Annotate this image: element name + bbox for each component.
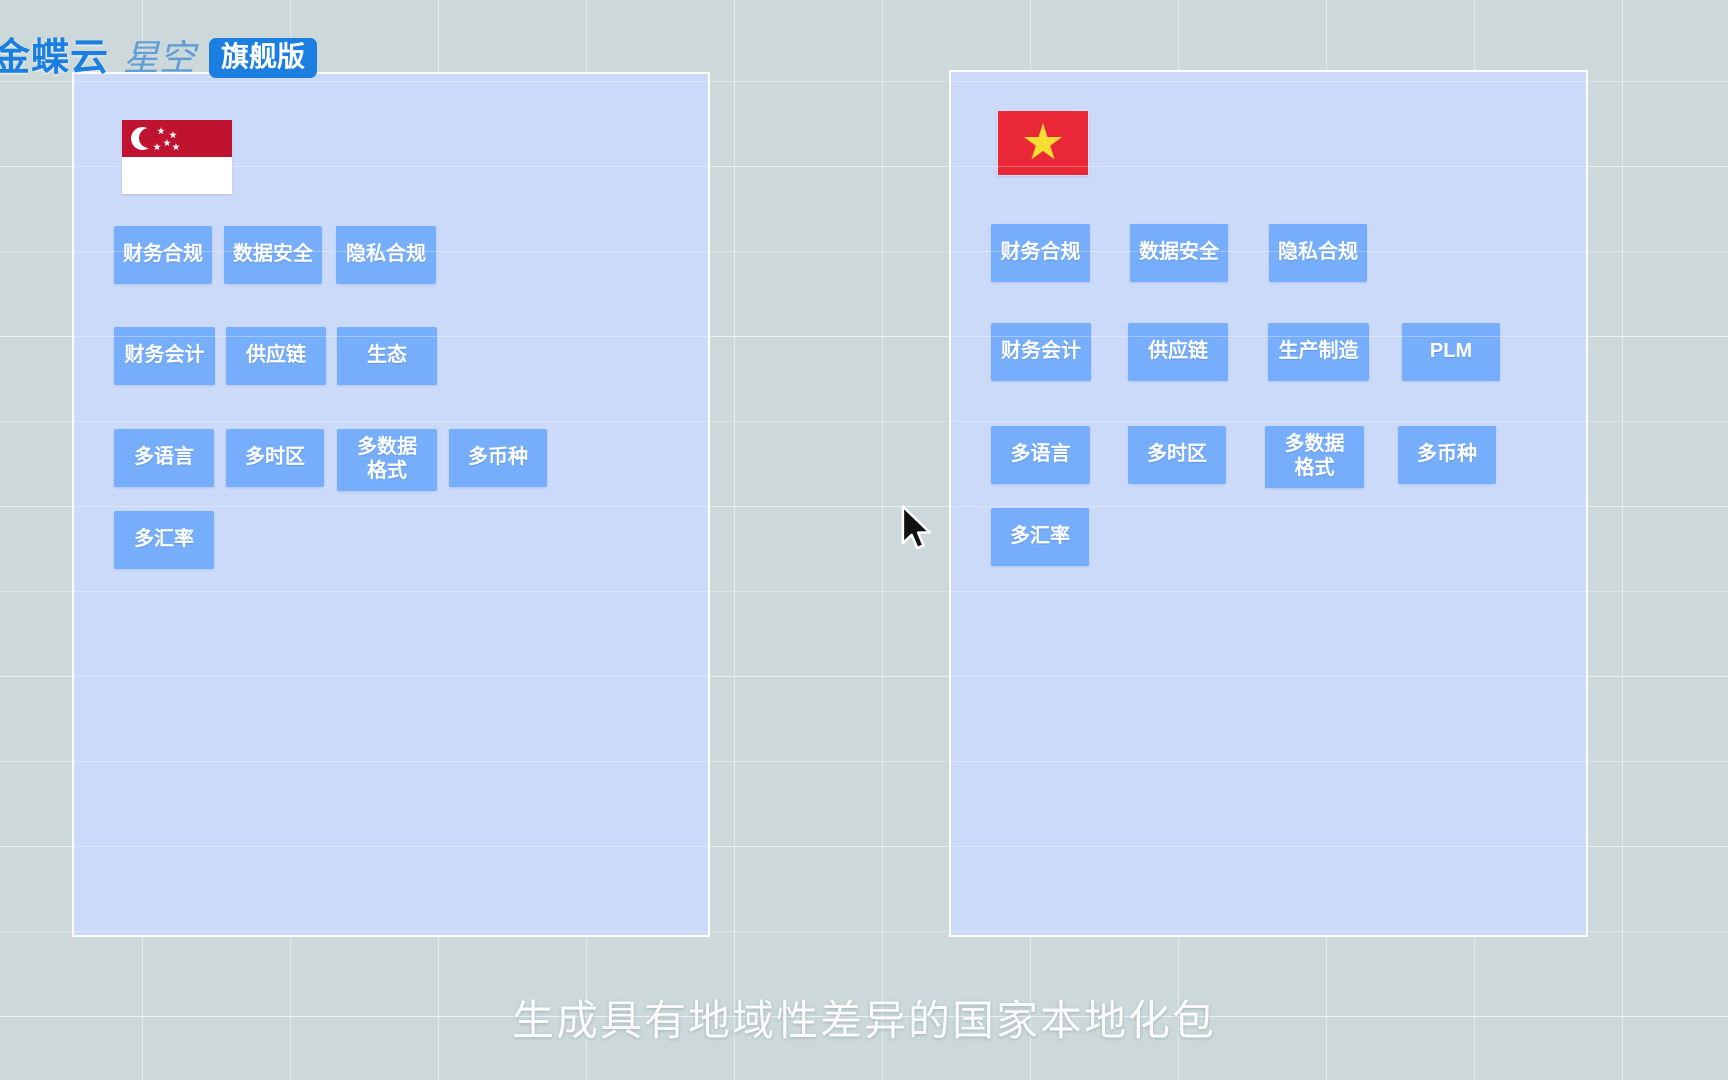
capability-tag[interactable]: 隐私合规	[336, 226, 436, 284]
mouse-cursor-icon	[901, 505, 931, 550]
capability-tag[interactable]: 供应链	[1128, 323, 1228, 381]
brand-name-secondary: 星空	[123, 37, 196, 78]
capability-tag-row: 多汇率	[991, 508, 1580, 566]
capability-tag-row: 多语言 多时区 多数据 格式 多币种	[991, 426, 1580, 488]
capability-tag[interactable]: 多语言	[991, 426, 1090, 484]
brand-logo: 金蝶云 星空 旗舰版	[0, 37, 318, 79]
brand-name-primary: 金蝶云	[0, 37, 110, 79]
capability-tag-grid-vietnam: 财务合规 数据安全 隐私合规 财务会计 供应链 生产制造 PLM 多语言 多时区 多数据 格式 多币…	[991, 224, 1580, 566]
brand-edition-badge: 旗舰版	[209, 38, 318, 78]
capability-tag-row: 多汇率	[114, 511, 702, 569]
capability-tag[interactable]: 生产制造	[1268, 323, 1369, 381]
capability-tag-row: 财务会计 供应链 生产制造 PLM	[991, 323, 1580, 381]
capability-tag[interactable]: 多汇率	[991, 508, 1089, 566]
capability-tag-row: 财务会计 供应链 生态	[114, 327, 702, 385]
capability-tag[interactable]: 供应链	[226, 327, 326, 385]
capability-tag[interactable]: 财务合规	[991, 224, 1090, 282]
capability-tag[interactable]: 财务合规	[114, 226, 212, 284]
capability-tag[interactable]: 多语言	[114, 429, 214, 487]
capability-tag[interactable]: 多时区	[1128, 426, 1226, 484]
capability-tag[interactable]: 数据安全	[224, 226, 322, 284]
capability-tag[interactable]: 多币种	[1398, 426, 1496, 484]
capability-tag[interactable]: 多汇率	[114, 511, 214, 569]
capability-tag[interactable]: 隐私合规	[1269, 224, 1367, 282]
capability-tag-row: 财务合规 数据安全 隐私合规	[991, 224, 1580, 282]
capability-tag[interactable]: PLM	[1402, 323, 1500, 381]
capability-tag[interactable]: 财务会计	[991, 323, 1091, 381]
capability-tag[interactable]: 多数据 格式	[337, 429, 437, 491]
canvas-background: 金蝶云 星空 旗舰版 财务合规 数据安全 隐私合规 财务会计 供应链 生态 多语言 多时区 多数…	[0, 0, 1728, 1080]
capability-tag[interactable]: 数据安全	[1130, 224, 1228, 282]
country-panel-vietnam: 财务合规 数据安全 隐私合规 财务会计 供应链 生产制造 PLM 多语言 多时区 多数据 格式 多币…	[949, 70, 1588, 937]
capability-tag-grid-singapore: 财务合规 数据安全 隐私合规 财务会计 供应链 生态 多语言 多时区 多数据 格式 多币种 多汇率	[114, 226, 702, 569]
capability-tag-row: 多语言 多时区 多数据 格式 多币种	[114, 429, 702, 491]
country-panel-singapore: 财务合规 数据安全 隐私合规 财务会计 供应链 生态 多语言 多时区 多数据 格式 多币种 多汇率	[72, 72, 710, 937]
capability-tag-row: 财务合规 数据安全 隐私合规	[114, 226, 702, 284]
vietnam-flag-icon	[997, 110, 1089, 176]
capability-tag[interactable]: 生态	[337, 327, 437, 385]
capability-tag[interactable]: 多币种	[449, 429, 547, 487]
singapore-flag-icon	[122, 120, 232, 194]
subtitle-caption: 生成具有地域性差异的国家本地化包	[511, 997, 1216, 1044]
capability-tag[interactable]: 多时区	[226, 429, 324, 487]
capability-tag[interactable]: 财务会计	[114, 327, 215, 385]
capability-tag[interactable]: 多数据 格式	[1265, 426, 1364, 488]
